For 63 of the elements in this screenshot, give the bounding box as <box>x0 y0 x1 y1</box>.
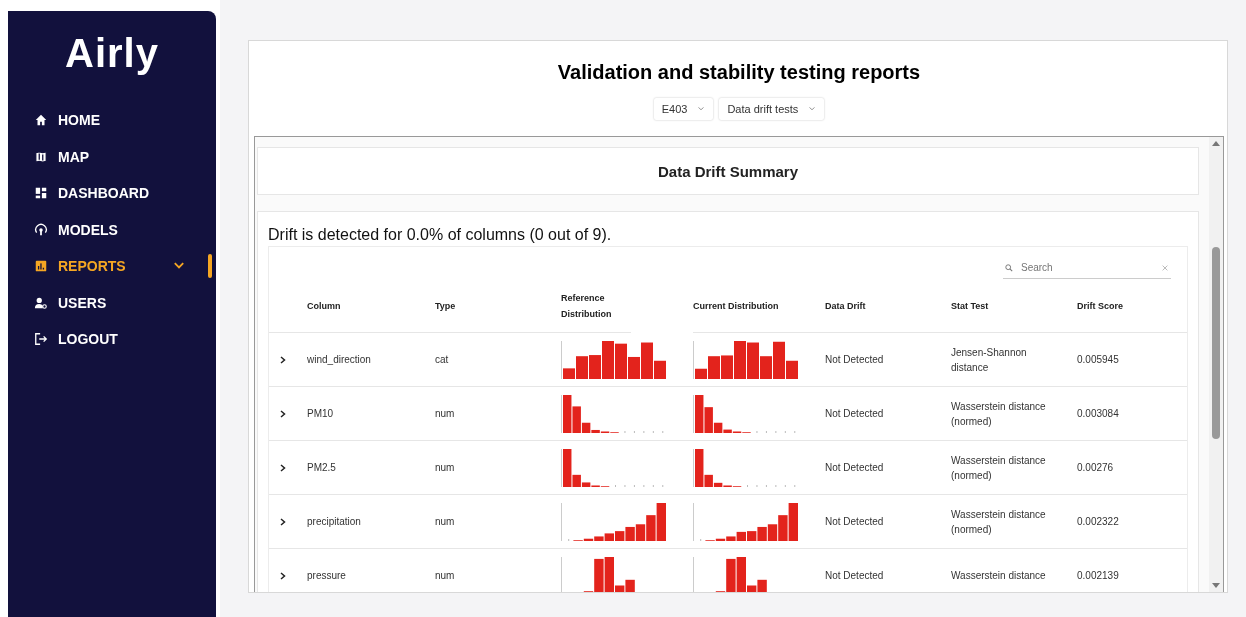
table-cell-text: num <box>435 569 455 583</box>
nav-item[interactable]: MODELS <box>8 211 216 248</box>
table-cell-text: num <box>435 461 455 475</box>
chevron-icon[interactable] <box>279 409 287 418</box>
caret-icon <box>697 105 706 113</box>
chevron-icon[interactable] <box>279 355 287 364</box>
bar-chart-icon <box>34 259 48 274</box>
table-cell-text: cat <box>435 353 449 367</box>
search-field[interactable]: Search <box>1019 261 1155 274</box>
table-cell-text: num <box>435 407 455 421</box>
table-cell-text: 0.002322 <box>1077 515 1119 529</box>
column-header: Stat Test <box>951 299 989 313</box>
user-gear-icon <box>34 295 48 310</box>
table-cell-text: 0.003084 <box>1077 407 1119 421</box>
table-cell-text: Wasserstein distance (normed) <box>951 507 1047 537</box>
scrollbar[interactable] <box>1209 137 1223 592</box>
map-icon <box>34 149 48 164</box>
dropdown[interactable]: Data drift tests <box>719 98 825 120</box>
column-header: Reference Distribution <box>561 291 613 321</box>
chevron-icon[interactable] <box>279 517 287 526</box>
table-cell-text: Wasserstein distance (normed) <box>951 453 1047 483</box>
dropdown[interactable]: E403 <box>653 98 714 120</box>
table-cell-text: wind_direction <box>307 353 371 367</box>
table-cell-text: 0.00276 <box>1077 461 1114 475</box>
search-icon <box>1005 262 1013 273</box>
table-cell-text: precipitation <box>307 515 361 529</box>
antenna-icon <box>34 222 48 237</box>
nav-item[interactable]: MAP <box>8 138 216 175</box>
table-cell-text: 0.002139 <box>1077 569 1119 583</box>
column-header: Drift Score <box>1077 299 1123 313</box>
table-cell-text: pressure <box>307 569 346 583</box>
nav-item[interactable]: LOGOUT <box>8 321 216 358</box>
page-title: Validation and stability testing reports <box>556 61 922 84</box>
table-cell-text: Wasserstein distance (normed) <box>951 399 1047 429</box>
table-cell-text: Wasserstein distance <box>951 569 1047 583</box>
chevron-icon[interactable] <box>279 463 287 472</box>
table-cell-text: 0.005945 <box>1077 353 1119 367</box>
column-header: Current Distribution <box>693 299 779 313</box>
drift-summary-text: Drift is detected for 0.0% of columns (0 out of 9). <box>268 226 613 244</box>
nav-item[interactable]: USERS <box>8 284 216 321</box>
logout-icon <box>34 332 48 347</box>
active-indicator <box>208 254 212 278</box>
table-cell-text: Not Detected <box>825 569 884 583</box>
table-cell-text: num <box>435 515 455 529</box>
column-header: Column <box>307 299 341 313</box>
table-cell-text: Jensen-Shannon distance <box>951 345 1028 375</box>
nav-item[interactable]: REPORTS <box>8 248 216 285</box>
nav-item[interactable]: HOME <box>8 102 216 139</box>
table-cell-text: Not Detected <box>825 461 884 475</box>
logo: Airly <box>64 30 160 77</box>
summary-title: Data Drift Summary <box>657 162 798 180</box>
caret-icon <box>808 105 817 113</box>
nav-item[interactable]: DASHBOARD <box>8 175 216 212</box>
chevron-icon[interactable] <box>279 571 287 580</box>
table-cell-text: PM2.5 <box>307 461 336 475</box>
column-header: Type <box>435 299 456 313</box>
table-cell-text: Not Detected <box>825 353 884 367</box>
table-cell-text: Not Detected <box>825 407 884 421</box>
dashboard-icon <box>34 186 48 201</box>
table-cell-text: PM10 <box>307 407 334 421</box>
table-cell-text: Not Detected <box>825 515 884 529</box>
home-icon <box>34 113 48 128</box>
column-header: Data Drift <box>825 299 866 313</box>
